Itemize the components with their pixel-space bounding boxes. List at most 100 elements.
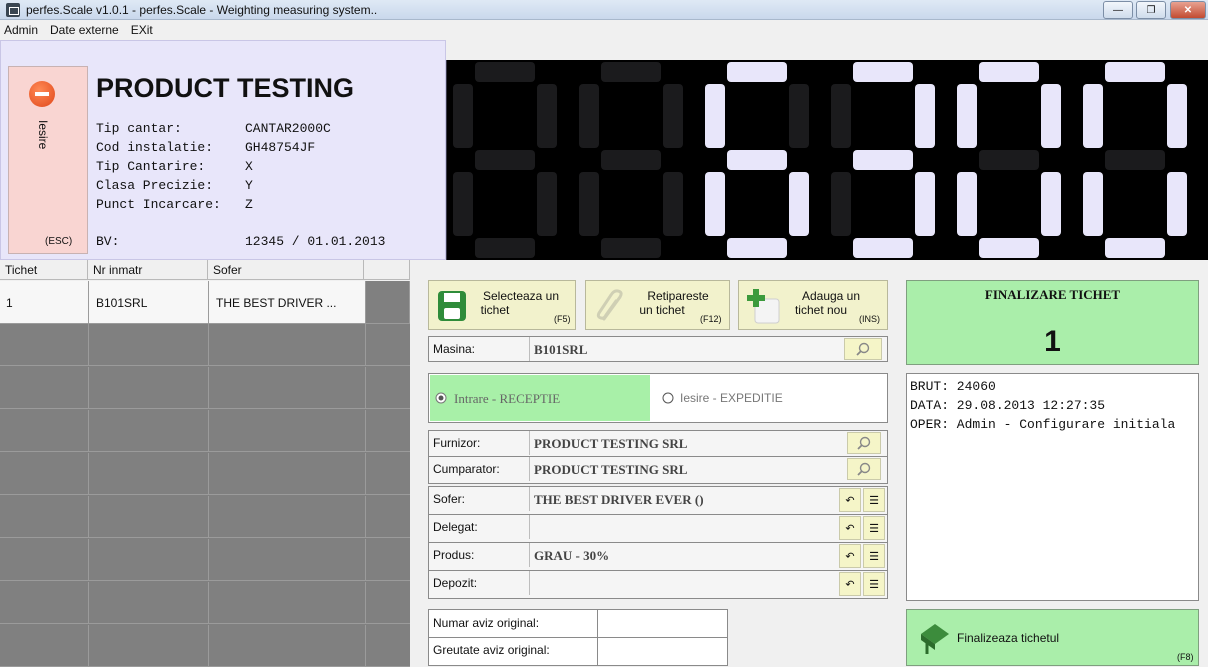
direction-in-label: Intrare - RECEPTIE <box>454 391 561 406</box>
radio-unselected-icon <box>662 392 674 404</box>
select-ticket-button[interactable]: Selecteaza un tichet (F5) <box>428 280 576 330</box>
table-row <box>0 539 410 581</box>
app-icon <box>6 3 20 17</box>
reprint-ticket-shortcut: (F12) <box>700 314 722 324</box>
masina-search-button[interactable] <box>844 338 882 360</box>
column-tichet[interactable]: Tichet <box>0 260 88 280</box>
aviz-greutate-input[interactable] <box>597 638 727 665</box>
menu-date-externe[interactable]: Date externe <box>50 23 119 37</box>
exit-icon <box>29 81 55 107</box>
menu-admin[interactable]: Admin <box>4 23 38 37</box>
delegat-list-button[interactable]: ☰ <box>863 516 885 540</box>
restore-icon: ❐ <box>1146 4 1156 16</box>
finalize-title: FINALIZARE TICHET <box>984 287 1121 302</box>
table-row <box>0 410 410 452</box>
table-row <box>0 367 410 409</box>
minimize-button[interactable]: — <box>1103 1 1133 19</box>
list-icon: ☰ <box>869 494 879 507</box>
select-ticket-line1: Selecteaza un <box>482 289 560 303</box>
title-bar: perfes.Scale v1.0.1 - perfes.Scale - Wei… <box>0 0 1208 20</box>
produs-list-button[interactable]: ☰ <box>863 544 885 568</box>
cumparator-field: Cumparator: PRODUCT TESTING SRL <box>428 456 888 484</box>
produs-undo-button[interactable]: ↶ <box>839 544 861 568</box>
masina-input[interactable]: B101SRL <box>529 337 837 361</box>
save-disk-icon <box>438 291 466 321</box>
digit-6-segment-f <box>1083 84 1103 148</box>
digit-3-segment-e <box>705 172 725 236</box>
direction-in-option[interactable]: Intrare - RECEPTIE <box>430 375 650 421</box>
cell-tichet: 1 <box>6 296 13 310</box>
finalize-ticket-label: Finalizeaza tichetul <box>957 631 1060 645</box>
reprint-ticket-button[interactable]: Retipareste un tichet (F12) <box>585 280 730 330</box>
table-row[interactable]: 1 B101SRL THE BEST DRIVER ... <box>0 281 410 324</box>
log-line-brut: BRUT: 24060 <box>910 379 996 394</box>
sofer-undo-button[interactable]: ↶ <box>839 488 861 512</box>
search-icon <box>856 462 870 476</box>
depozit-input[interactable] <box>529 571 837 595</box>
weight-display <box>446 60 1208 260</box>
add-ticket-line1: Adauga un <box>801 289 861 303</box>
digit-4-segment-e <box>831 172 851 236</box>
table-row <box>0 496 410 538</box>
delegat-undo-button[interactable]: ↶ <box>839 516 861 540</box>
close-button[interactable]: ✕ <box>1170 1 1206 19</box>
furnizor-label: Furnizor: <box>433 436 481 450</box>
digit-6-segment-c <box>1167 172 1187 236</box>
digit-3-segment-a <box>727 62 787 82</box>
list-icon: ☰ <box>869 550 879 563</box>
weight-digits <box>453 62 1187 258</box>
add-ticket-line2: tichet nou <box>794 303 848 317</box>
sofer-list-button[interactable]: ☰ <box>863 488 885 512</box>
list-icon: ☰ <box>869 578 879 591</box>
radio-selected-icon <box>435 392 447 404</box>
digit-4-segment-c <box>915 172 935 236</box>
column-sofer[interactable]: Sofer <box>208 260 364 280</box>
produs-field: Produs: GRAU - 30% ↶ ☰ <box>428 542 888 571</box>
finalize-ticket-button[interactable]: Finalizeaza tichetul (F8) <box>906 609 1199 666</box>
add-ticket-shortcut: (INS) <box>859 314 880 324</box>
produs-label: Produs: <box>433 548 475 562</box>
table-row <box>0 324 410 366</box>
digit-1-segment-e <box>453 172 473 236</box>
cumparator-input[interactable]: PRODUCT TESTING SRL <box>529 457 839 481</box>
sofer-input[interactable]: THE BEST DRIVER EVER () <box>529 487 837 511</box>
delegat-input[interactable] <box>529 515 837 539</box>
info-label-tip-cantarire: Tip Cantarire: <box>96 159 206 174</box>
reprint-ticket-line2: un tichet <box>639 303 685 317</box>
aviz-numar-label: Numar aviz original: <box>433 616 540 630</box>
close-icon: ✕ <box>1183 4 1193 16</box>
cumparator-search-button[interactable] <box>846 458 881 480</box>
select-ticket-line2: tichet <box>480 303 510 317</box>
restore-button[interactable]: ❐ <box>1136 1 1166 19</box>
digit-2-segment-d <box>601 238 661 258</box>
list-icon: ☰ <box>869 522 879 535</box>
ticket-grid[interactable]: 1 B101SRL THE BEST DRIVER ... <box>0 281 410 667</box>
depozit-undo-button[interactable]: ↶ <box>839 572 861 596</box>
depozit-list-button[interactable]: ☰ <box>863 572 885 596</box>
bv-label: BV: <box>96 234 120 249</box>
furnizor-input[interactable]: PRODUCT TESTING SRL <box>529 431 839 455</box>
info-value-clasa-precizie: Y <box>245 178 253 193</box>
menu-exit[interactable]: EXit <box>131 23 153 37</box>
digit-4-segment-a <box>853 62 913 82</box>
info-value-cod-instalatie: GH48754JF <box>245 140 316 155</box>
add-document-icon <box>747 289 780 324</box>
add-ticket-button[interactable]: Adauga un tichet nou (INS) <box>738 280 888 330</box>
digit-5-segment-b <box>1041 84 1061 148</box>
delegat-label: Delegat: <box>433 520 478 534</box>
digit-1-segment-b <box>537 84 557 148</box>
aviz-original-box: Numar aviz original: Greutate aviz origi… <box>428 609 728 666</box>
aviz-greutate-label: Greutate aviz original: <box>433 643 550 657</box>
exit-shortcut: (ESC) <box>45 236 73 247</box>
column-nr-inmatr[interactable]: Nr inmatr <box>88 260 208 280</box>
bv-value: 12345 / 01.01.2013 <box>245 234 386 249</box>
direction-out-option[interactable]: Iesire - EXPEDITIE <box>660 375 886 421</box>
masina-field: Masina: B101SRL <box>428 336 888 362</box>
digit-5-segment-d <box>979 238 1039 258</box>
furnizor-search-button[interactable] <box>846 432 881 454</box>
produs-input[interactable]: GRAU - 30% <box>529 543 837 567</box>
digit-2-segment-f <box>579 84 599 148</box>
aviz-numar-input[interactable] <box>597 610 727 637</box>
digit-4-segment-f <box>831 84 851 148</box>
depozit-label: Depozit: <box>433 576 478 590</box>
